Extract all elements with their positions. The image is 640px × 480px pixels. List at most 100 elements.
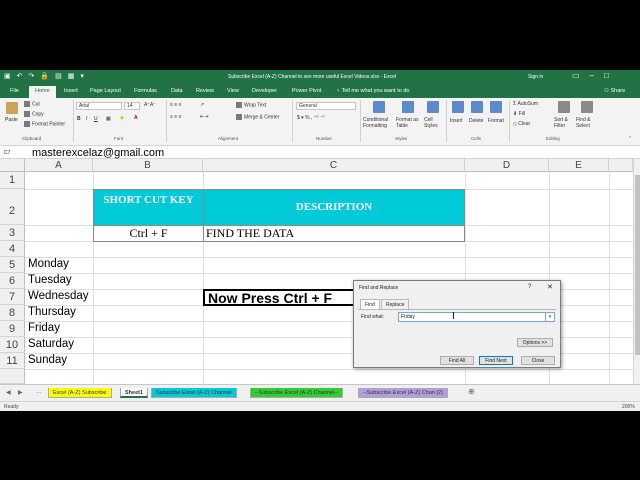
copy-button[interactable]: Copy (24, 111, 44, 117)
left-align-icon[interactable]: ≡ ≡ ≡ (170, 114, 182, 120)
cell-styles-button[interactable]: Cell Styles (424, 117, 444, 129)
sheet-tab-subscribe-channel-2[interactable]: --Subscribe Excel (A-Z) Channel-- (250, 388, 343, 398)
insert-cells-button[interactable]: Insert (450, 118, 463, 124)
name-box[interactable]: C7 (2, 148, 28, 158)
cell-day-friday[interactable]: Friday (28, 322, 60, 334)
format-table-button[interactable]: Format as Table (396, 117, 422, 129)
delete-cells-button[interactable]: Delete (469, 118, 483, 124)
tab-review[interactable]: Review (196, 88, 214, 94)
header-cell-shortcut-key[interactable]: SHORT CUT KEY (93, 189, 204, 226)
share-button[interactable]: ⚇ Share (604, 88, 625, 94)
tab-formulas[interactable]: Formulas (134, 88, 157, 94)
row-header-12[interactable] (0, 369, 25, 384)
cell-day-saturday[interactable]: Saturday (28, 338, 74, 350)
delete-cells-icon[interactable] (471, 101, 483, 113)
ribbon-display-icon[interactable]: ▭ (572, 71, 580, 80)
clear-button[interactable]: ◇ Clear (513, 121, 530, 127)
close-button[interactable]: Close (521, 356, 555, 365)
row-header-1[interactable]: 1 (0, 172, 25, 189)
font-grow-icon[interactable]: A⁺A⁻ (144, 102, 156, 108)
row-header-2[interactable]: 2 (0, 189, 25, 225)
tab-replace[interactable]: Replace (381, 299, 410, 309)
close-icon[interactable]: ✕ (547, 283, 553, 291)
tab-view[interactable]: View (227, 88, 239, 94)
sheet-tab-excel-az-subscribe[interactable]: Excel (A-Z) Subscribe (48, 388, 112, 398)
column-header-c[interactable]: C (203, 159, 465, 172)
lock-icon[interactable]: 🔒 (40, 72, 49, 82)
font-family-select[interactable]: Arial (76, 102, 122, 110)
font-color-icon[interactable]: A (134, 115, 138, 121)
select-all-corner[interactable] (0, 159, 25, 172)
preview-icon[interactable]: ▦ (68, 72, 75, 82)
bold-icon[interactable]: B (77, 116, 81, 122)
row-header-4[interactable]: 4 (0, 241, 25, 257)
row-header-3[interactable]: 3 (0, 225, 25, 241)
cell-instruction[interactable]: Now Press Ctrl + F (203, 289, 365, 306)
next-sheet-icon[interactable]: ▶ (18, 389, 23, 396)
cell-shortcut-key[interactable]: Ctrl + F (93, 225, 204, 242)
number-format-icons[interactable]: $ ▾ % , ⁺⁰ ⁻⁰ (297, 115, 324, 121)
tab-home[interactable]: Home (29, 86, 56, 98)
print-icon[interactable]: ▤ (55, 72, 62, 82)
underline-icon[interactable]: U (94, 116, 98, 122)
find-select-button[interactable]: Find & Select (576, 117, 598, 129)
font-size-select[interactable]: 14 (124, 102, 140, 110)
qat-more-icon[interactable]: ▾ (80, 72, 84, 82)
row-header-11[interactable]: 11 (0, 353, 25, 369)
row-header-6[interactable]: 6 (0, 273, 25, 289)
find-what-input[interactable]: Friday ▾ (398, 312, 555, 322)
sign-in-link[interactable]: Sign in (528, 74, 543, 80)
save-icon[interactable]: ▣ (4, 72, 11, 82)
tab-data[interactable]: Data (171, 88, 183, 94)
row-header-5[interactable]: 5 (0, 257, 25, 273)
column-header-b[interactable]: B (93, 159, 203, 172)
cell-description[interactable]: FIND THE DATA (203, 225, 465, 242)
cell-day-wednesday[interactable]: Wednesday (28, 290, 89, 302)
borders-icon[interactable]: ▦ (106, 116, 111, 122)
format-cells-icon[interactable] (490, 101, 502, 113)
row-header-7[interactable]: 7 (0, 289, 25, 305)
sheet-tab-subscribe-chan-2[interactable]: --Subscribe Excel (A-Z) Chan (2) (358, 388, 449, 398)
sort-filter-icon[interactable] (558, 101, 570, 113)
vertical-scrollbar[interactable] (633, 159, 640, 384)
find-next-button[interactable]: Find Next (479, 356, 513, 365)
column-header-e[interactable]: E (549, 159, 609, 172)
more-sheets-icon[interactable]: ... (36, 389, 41, 395)
maximize-icon[interactable]: □ (604, 71, 609, 80)
row-header-8[interactable]: 8 (0, 305, 25, 321)
tab-page-layout[interactable]: Page Layout (90, 88, 121, 94)
find-all-button[interactable]: Find All (440, 356, 474, 365)
paste-button[interactable]: Paste (5, 117, 18, 123)
cell-day-sunday[interactable]: Sunday (28, 354, 67, 366)
collapse-ribbon-icon[interactable]: ⌃ (628, 136, 632, 142)
sheet-tab-sheet1[interactable]: Sheet1 (120, 388, 149, 398)
help-button[interactable]: ? (528, 284, 531, 290)
column-header-f[interactable] (609, 159, 633, 172)
conditional-formatting-button[interactable]: Conditional Formatting (363, 117, 395, 129)
prev-sheet-icon[interactable]: ◀ (6, 389, 11, 396)
row-header-9[interactable]: 9 (0, 321, 25, 337)
sheet-tab-subscribe-channel[interactable]: Subscribe Excel (A-Z) Channel (151, 388, 237, 398)
options-button[interactable]: Options >> (517, 338, 553, 347)
number-format-select[interactable]: General (296, 102, 356, 110)
tab-developer[interactable]: Developer (252, 88, 277, 94)
format-table-icon[interactable] (402, 101, 414, 113)
cell-day-tuesday[interactable]: Tuesday (28, 274, 72, 286)
cell-day-thursday[interactable]: Thursday (28, 306, 76, 318)
orientation-icon[interactable]: ↗ (200, 102, 204, 108)
cut-button[interactable]: Cut (24, 101, 40, 107)
tab-insert[interactable]: Insert (64, 88, 78, 94)
cell-day-monday[interactable]: Monday (28, 258, 69, 270)
autosum-button[interactable]: Σ AutoSum (513, 101, 538, 107)
row-header-10[interactable]: 10 (0, 337, 25, 353)
minimize-icon[interactable]: – (590, 71, 594, 80)
top-align-icon[interactable]: ≡ ≡ ≡ (170, 102, 182, 108)
cell-styles-icon[interactable] (427, 101, 439, 113)
tab-power-pivot[interactable]: Power Pivot (292, 88, 321, 94)
insert-cells-icon[interactable] (452, 101, 464, 113)
format-cells-button[interactable]: Format (488, 118, 504, 124)
find-select-icon[interactable] (581, 101, 593, 113)
conditional-formatting-icon[interactable] (373, 101, 385, 113)
formula-input[interactable]: masterexcelaz@gmail.com (32, 147, 164, 159)
italic-icon[interactable]: I (86, 116, 87, 122)
